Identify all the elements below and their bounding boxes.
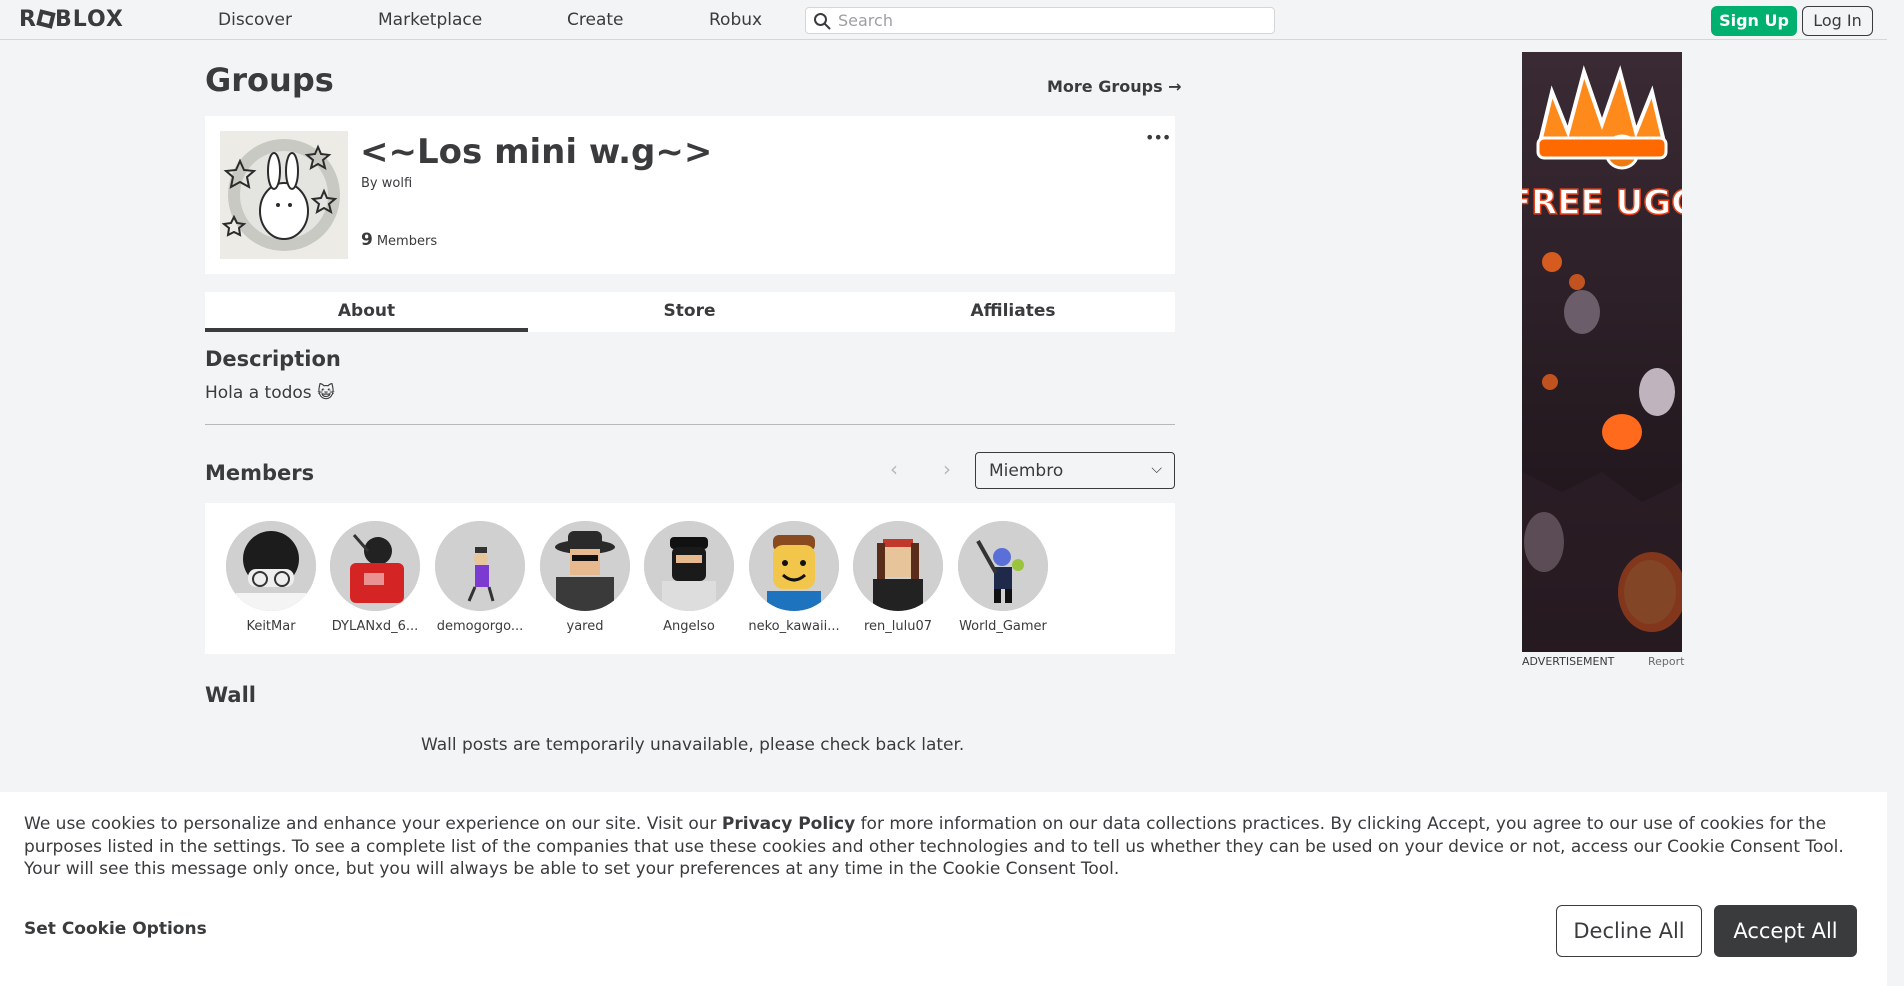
accept-all-button[interactable]: Accept All <box>1714 905 1857 957</box>
chevron-left-icon[interactable]: ‹ <box>890 457 898 481</box>
description-heading: Description <box>205 347 341 371</box>
ad-label: ADVERTISEMENT <box>1522 655 1615 668</box>
member-avatar[interactable] <box>540 521 630 611</box>
member-name[interactable]: demogorgo... <box>432 619 528 634</box>
member-card[interactable]: yared <box>537 521 633 634</box>
description-text: Hola a todos 😺 <box>205 383 335 403</box>
member-avatar[interactable] <box>853 521 943 611</box>
member-card[interactable]: World_Gamer <box>955 521 1051 634</box>
member-name[interactable]: Angelso <box>641 619 737 634</box>
member-card[interactable]: Angelso <box>641 521 737 634</box>
top-nav: R BLOX Discover Marketplace Create Robux … <box>0 0 1887 40</box>
member-avatar[interactable] <box>644 521 734 611</box>
member-card[interactable]: demogorgo... <box>432 521 528 634</box>
page-title: Groups <box>205 61 334 99</box>
member-name[interactable]: ren_lulu07 <box>850 619 946 634</box>
member-card[interactable]: neko_kawaii... <box>746 521 842 634</box>
wall-heading: Wall <box>205 683 256 707</box>
decline-all-button[interactable]: Decline All <box>1556 905 1702 957</box>
search-input[interactable] <box>838 10 1268 31</box>
group-owner: By wolfi <box>361 176 412 191</box>
privacy-policy-link[interactable]: Privacy Policy <box>722 814 855 834</box>
ad-report-link[interactable]: Report <box>1648 655 1684 668</box>
member-count-label: Members <box>376 234 438 249</box>
group-by-label: By <box>361 176 378 191</box>
signup-button[interactable]: Sign Up <box>1711 6 1797 36</box>
more-options-icon[interactable]: ••• <box>1145 128 1171 147</box>
group-icon <box>220 131 348 259</box>
tab-store[interactable]: Store <box>528 292 851 332</box>
member-card[interactable]: ren_lulu07 <box>850 521 946 634</box>
tab-affiliates[interactable]: Affiliates <box>851 292 1175 332</box>
group-header-card: <~Los mini w.g~> By wolfi 9 Members ••• <box>205 116 1175 274</box>
role-dropdown[interactable]: Miembro ⌵ <box>975 452 1175 489</box>
member-card[interactable]: KeitMar <box>223 521 319 634</box>
wall-unavailable-message: Wall posts are temporarily unavailable, … <box>421 735 965 755</box>
tab-about[interactable]: About <box>205 292 528 332</box>
role-dropdown-value: Miembro <box>989 461 1064 481</box>
login-button[interactable]: Log In <box>1802 6 1873 36</box>
cookie-message: We use cookies to personalize and enhanc… <box>24 813 1864 881</box>
group-tabs: About Store Affiliates <box>205 292 1175 332</box>
ad-headline: FREE UGC <box>1522 183 1682 223</box>
cookie-banner: We use cookies to personalize and enhanc… <box>0 792 1887 986</box>
roblox-logo[interactable]: R BLOX <box>19 7 124 32</box>
group-name: <~Los mini w.g~> <box>360 132 713 172</box>
set-cookie-options-link[interactable]: Set Cookie Options <box>24 919 207 939</box>
member-name[interactable]: yared <box>537 619 633 634</box>
member-avatar[interactable] <box>958 521 1048 611</box>
cookie-text-1: We use cookies to personalize and enhanc… <box>24 814 722 834</box>
nav-discover[interactable]: Discover <box>218 10 292 30</box>
chevron-down-icon: ⌵ <box>1151 461 1162 477</box>
chevron-right-icon[interactable]: › <box>943 457 951 481</box>
nav-robux[interactable]: Robux <box>709 10 762 30</box>
search-icon[interactable] <box>813 12 831 30</box>
member-count-number: 9 <box>361 230 373 250</box>
search-box <box>805 7 1275 34</box>
member-card[interactable]: DYLANxd_6... <box>327 521 423 634</box>
members-list: KeitMar DYLANxd_6... demogorgo... yared … <box>205 503 1175 654</box>
more-groups-link[interactable]: More Groups → <box>1047 77 1182 96</box>
member-name[interactable]: DYLANxd_6... <box>327 619 423 634</box>
member-avatar[interactable] <box>330 521 420 611</box>
group-member-count: 9 Members <box>361 230 437 250</box>
member-name[interactable]: neko_kawaii... <box>746 619 842 634</box>
nav-create[interactable]: Create <box>567 10 624 30</box>
member-name[interactable]: World_Gamer <box>955 619 1051 634</box>
member-avatar[interactable] <box>749 521 839 611</box>
nav-marketplace[interactable]: Marketplace <box>378 10 482 30</box>
member-avatar[interactable] <box>435 521 525 611</box>
divider <box>205 424 1175 425</box>
member-name[interactable]: KeitMar <box>223 619 319 634</box>
member-avatar[interactable] <box>226 521 316 611</box>
members-heading: Members <box>205 461 315 485</box>
group-owner-link[interactable]: wolfi <box>382 176 412 191</box>
advertisement-banner[interactable]: FREE UGC <box>1522 52 1682 652</box>
